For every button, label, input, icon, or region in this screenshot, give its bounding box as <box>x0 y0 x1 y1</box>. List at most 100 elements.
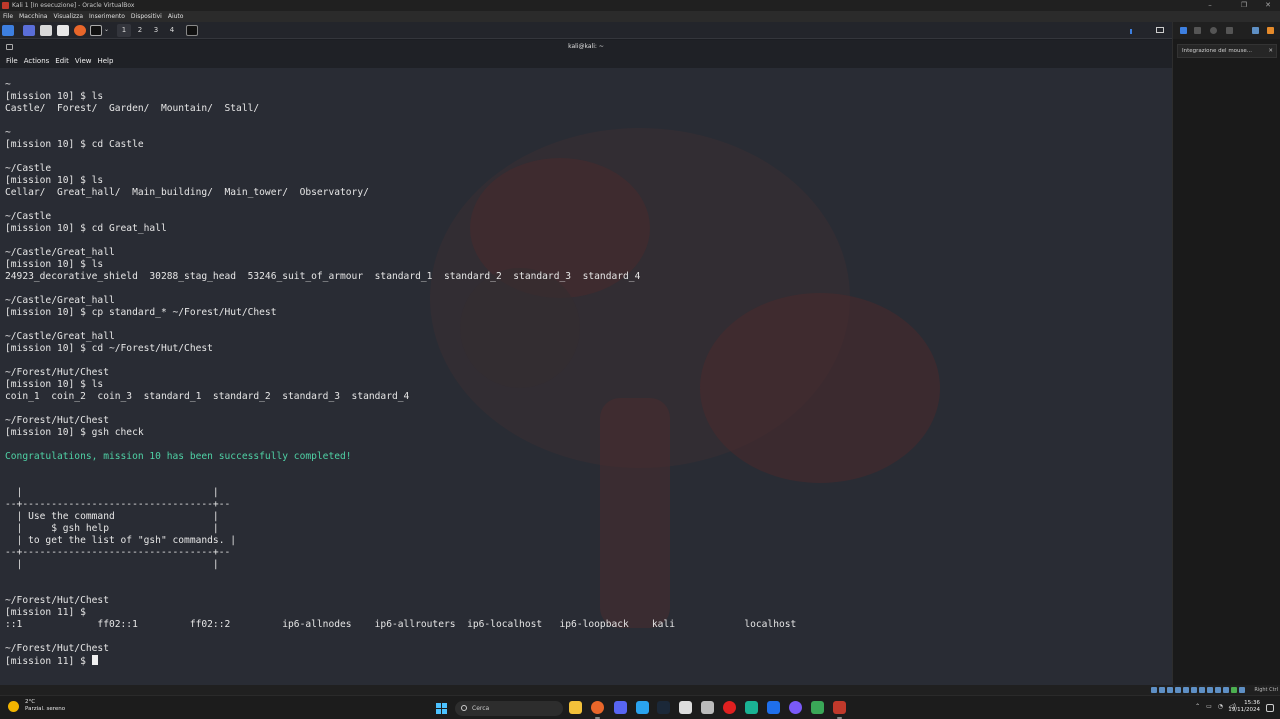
terminal-icon[interactable] <box>90 25 102 36</box>
usb-icon <box>1183 687 1189 693</box>
taskbar-terminal-window[interactable] <box>186 25 198 36</box>
terminal-line: | | <box>5 487 219 498</box>
app-icon-3[interactable] <box>789 701 802 714</box>
chat-icon[interactable] <box>636 701 649 714</box>
indicator-icon <box>1130 29 1132 34</box>
file-manager-icon[interactable] <box>40 25 52 36</box>
vscode-icon[interactable] <box>745 701 758 714</box>
steam-icon[interactable] <box>657 701 670 714</box>
app-icon-4[interactable] <box>811 701 824 714</box>
weather-desc: Parzial. sereno <box>25 706 66 712</box>
terminal-title: kali@kali: ~ <box>568 43 604 50</box>
terminal-icon <box>6 44 13 50</box>
terminal-menu-file[interactable]: File <box>6 54 18 68</box>
workspace-2[interactable]: 2 <box>133 24 147 37</box>
terminal-menubar: File Actions Edit View Help <box>0 54 1172 68</box>
mouse-icon <box>1223 687 1229 693</box>
chevron-down-icon[interactable]: ⌄ <box>104 26 109 33</box>
weather-temp: 2°C <box>25 699 36 705</box>
clock-date: 19/11/2024 <box>1228 707 1260 713</box>
firefox-icon[interactable] <box>591 701 604 719</box>
terminal-line: ~/Forest/Hut/Chest <box>5 643 109 654</box>
kali-top-panel: ⌄ 1 2 3 4 <box>0 22 1172 39</box>
terminal-line: Castle/ Forest/ Garden/ Mountain/ Stall/ <box>5 103 260 114</box>
minimize-button[interactable]: – <box>1200 0 1220 11</box>
vbox-menu-devices[interactable]: Dispositivi <box>128 11 165 22</box>
kali-menu-icon[interactable] <box>2 25 14 36</box>
vbox-menu-machine[interactable]: Macchina <box>16 11 50 22</box>
terminal-line: [mission 10] $ ls <box>5 379 104 390</box>
terminal-line: | to get the list of "gsh" commands. | <box>5 535 237 546</box>
vbox-menu-help[interactable]: Aiuto <box>165 11 187 22</box>
terminal-menu-actions[interactable]: Actions <box>24 54 50 68</box>
text-editor-icon[interactable] <box>57 25 69 36</box>
start-button[interactable] <box>436 703 447 714</box>
shared-folder-icon <box>1191 687 1197 693</box>
layout-icon[interactable] <box>1252 27 1259 34</box>
close-button[interactable]: ✕ <box>1258 0 1278 11</box>
virtualbox-icon[interactable] <box>833 701 846 719</box>
terminal-line: | Use the command | <box>5 511 219 522</box>
terminal-line: [mission 11] $ <box>5 607 86 618</box>
record-icon[interactable] <box>723 701 736 714</box>
maximize-button[interactable]: ❐ <box>1234 0 1254 11</box>
close-icon[interactable]: ✕ <box>1268 45 1273 57</box>
cpu-icon <box>1215 687 1221 693</box>
terminal-line: --+---------------------------------+-- <box>5 547 231 558</box>
vbox-titlebar: Kali 1 [In esecuzione] - Oracle VirtualB… <box>0 0 1280 11</box>
bell-icon[interactable] <box>1194 27 1201 34</box>
chevron-up-icon[interactable]: ⌃ <box>1195 703 1200 710</box>
weather-widget[interactable]: 2°C Parzial. sereno <box>8 699 65 713</box>
search-icon <box>461 705 467 711</box>
wifi-icon[interactable]: ◔ <box>1218 703 1223 710</box>
window-title: Kali 1 [In esecuzione] - Oracle VirtualB… <box>12 2 135 9</box>
app-icon[interactable] <box>679 701 692 714</box>
notification-icon[interactable] <box>1180 27 1187 34</box>
language-icon[interactable]: ▭ <box>1206 703 1212 710</box>
terminal-line: ~/Castle/Great_hall <box>5 295 115 306</box>
network-icon[interactable] <box>1226 27 1233 34</box>
display-icon <box>1199 687 1205 693</box>
windows-taskbar: 2°C Parzial. sereno Cerca ⌃ ▭ ◔ ◁) 15:36 19… <box>0 695 1280 719</box>
terminal-menu-edit[interactable]: Edit <box>55 54 69 68</box>
terminal-line: Congratulations, mission 10 has been suc… <box>5 451 352 462</box>
terminal-line: 24923_decorative_shield 30288_stag_head … <box>5 271 641 282</box>
clock[interactable]: 15:36 19/11/2024 <box>1228 700 1260 714</box>
terminal-line: coin_1 coin_2 coin_3 standard_1 standard… <box>5 391 410 402</box>
firefox-icon[interactable] <box>74 25 86 36</box>
workspace-3[interactable]: 3 <box>149 24 163 37</box>
hdd-icon <box>1151 687 1157 693</box>
terminal-line: [mission 10] $ cd Great_hall <box>5 223 167 234</box>
workspace-4[interactable]: 4 <box>165 24 179 37</box>
terminal-line: --+---------------------------------+-- <box>5 499 231 510</box>
vbox-menu-file[interactable]: File <box>0 11 16 22</box>
text-cursor <box>91 655 98 665</box>
search-input[interactable]: Cerca <box>455 701 563 716</box>
terminal-text: ~ [mission 10] $ ls Castle/ Forest/ Garden… <box>5 79 796 667</box>
terminal-output-area[interactable]: ~ [mission 10] $ ls Castle/ Forest/ Garden… <box>0 68 1172 685</box>
browser-icon[interactable] <box>767 701 780 714</box>
notification-center-icon[interactable] <box>1266 704 1274 712</box>
audio-icon <box>1167 687 1173 693</box>
app-icon-2[interactable] <box>701 701 714 714</box>
terminal-menu-help[interactable]: Help <box>97 54 113 68</box>
discord-icon[interactable] <box>614 701 627 714</box>
terminal-line: Cellar/ Great_hall/ Main_building/ Main_… <box>5 187 369 198</box>
vbox-statusbar: Right Ctrl <box>0 685 1280 695</box>
mouse-integration-notice[interactable]: Integrazione del mouse... ✕ <box>1177 44 1277 58</box>
display-icon[interactable] <box>1156 27 1164 33</box>
terminal-menu-view[interactable]: View <box>75 54 92 68</box>
host-key-label: Right Ctrl <box>1254 687 1278 693</box>
vbox-menu-view[interactable]: Visualizza <box>50 11 86 22</box>
explorer-icon[interactable] <box>569 701 582 714</box>
desktop-icon[interactable] <box>23 25 35 36</box>
vbox-menu-input[interactable]: Inserimento <box>86 11 128 22</box>
gear-icon[interactable] <box>1210 27 1217 34</box>
workspace-1[interactable]: 1 <box>117 24 131 37</box>
terminal-line: ~/Forest/Hut/Chest <box>5 415 109 426</box>
